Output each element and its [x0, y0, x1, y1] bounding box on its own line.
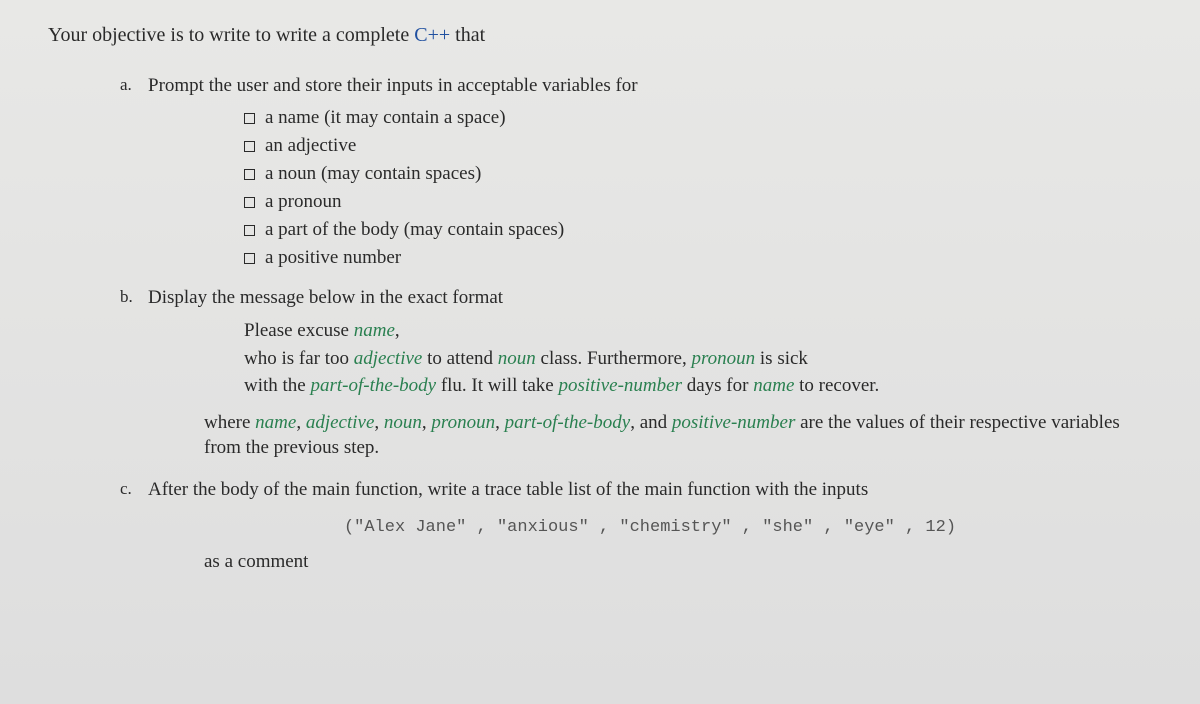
checkbox-icon	[244, 169, 255, 180]
intro-prefix: Your objective is to write to write a co…	[48, 24, 414, 46]
checklist-text: a part of the body (may contain spaces)	[265, 219, 564, 241]
var-pronoun: pronoun	[691, 348, 755, 369]
list-item-b: b. Display the message below in the exac…	[120, 287, 1152, 473]
list-content-a: Prompt the user and store their inputs i…	[148, 75, 1152, 281]
var-name-2: name	[753, 375, 794, 396]
checkbox-icon	[244, 197, 255, 208]
var-noun: noun	[498, 348, 536, 369]
checklist-item: a name (it may contain a space)	[244, 107, 1152, 129]
list-letter-c: c.	[120, 479, 148, 573]
list-content-c: After the body of the main function, wri…	[148, 479, 1152, 573]
ordered-list: a. Prompt the user and store their input…	[120, 75, 1152, 573]
var-positive-number: positive-number	[559, 375, 682, 396]
message-line-3: with the part-of-the-body flu. It will t…	[244, 372, 1152, 400]
where-var: pronoun	[431, 412, 495, 433]
checklist-text: a name (it may contain a space)	[265, 107, 506, 129]
intro-language: C++	[414, 24, 450, 46]
where-var: noun	[384, 412, 422, 433]
checklist-item: a part of the body (may contain spaces)	[244, 219, 1152, 241]
where-var: part-of-the-body	[505, 412, 631, 433]
item-c-text: After the body of the main function, wri…	[148, 479, 868, 500]
checklist-text: a positive number	[265, 247, 401, 269]
message-block: Please excuse name, who is far too adjec…	[244, 317, 1152, 400]
checklist-text: an adjective	[265, 135, 356, 157]
list-item-c: c. After the body of the main function, …	[120, 479, 1152, 573]
code-sample-row: ("Alex Jane" , "anxious" , "chemistry" ,…	[148, 515, 1152, 537]
checklist-text: a noun (may contain spaces)	[265, 163, 481, 185]
list-letter-b: b.	[120, 287, 148, 473]
checklist-item: a noun (may contain spaces)	[244, 163, 1152, 185]
item-a-text: Prompt the user and store their inputs i…	[148, 75, 638, 96]
intro-suffix: that	[450, 24, 485, 46]
as-comment-text: as a comment	[204, 551, 1152, 573]
var-adjective: adjective	[354, 348, 423, 369]
list-letter-a: a.	[120, 75, 148, 281]
checklist-item: a pronoun	[244, 191, 1152, 213]
checklist-item: an adjective	[244, 135, 1152, 157]
where-block: where name, adjective, noun, pronoun, pa…	[204, 410, 1152, 461]
where-var: name	[255, 412, 296, 433]
checkbox-icon	[244, 141, 255, 152]
document-page: Your objective is to write to write a co…	[48, 24, 1152, 573]
checklist-item: a positive number	[244, 247, 1152, 269]
checkbox-icon	[244, 225, 255, 236]
list-item-a: a. Prompt the user and store their input…	[120, 75, 1152, 281]
where-var: positive-number	[672, 412, 795, 433]
checklist-text: a pronoun	[265, 191, 342, 213]
var-part-of-body: part-of-the-body	[311, 375, 437, 396]
list-content-b: Display the message below in the exact f…	[148, 287, 1152, 473]
checklist-a: a name (it may contain a space) an adjec…	[244, 107, 1152, 269]
var-name: name	[354, 320, 395, 341]
checkbox-icon	[244, 253, 255, 264]
intro-line: Your objective is to write to write a co…	[48, 24, 1152, 47]
code-sample: ("Alex Jane" , "anxious" , "chemistry" ,…	[344, 518, 956, 537]
message-line-1: Please excuse name,	[244, 317, 1152, 345]
item-b-text: Display the message below in the exact f…	[148, 287, 503, 308]
checkbox-icon	[244, 113, 255, 124]
where-var: adjective	[306, 412, 375, 433]
message-line-2: who is far too adjective to attend noun …	[244, 345, 1152, 373]
